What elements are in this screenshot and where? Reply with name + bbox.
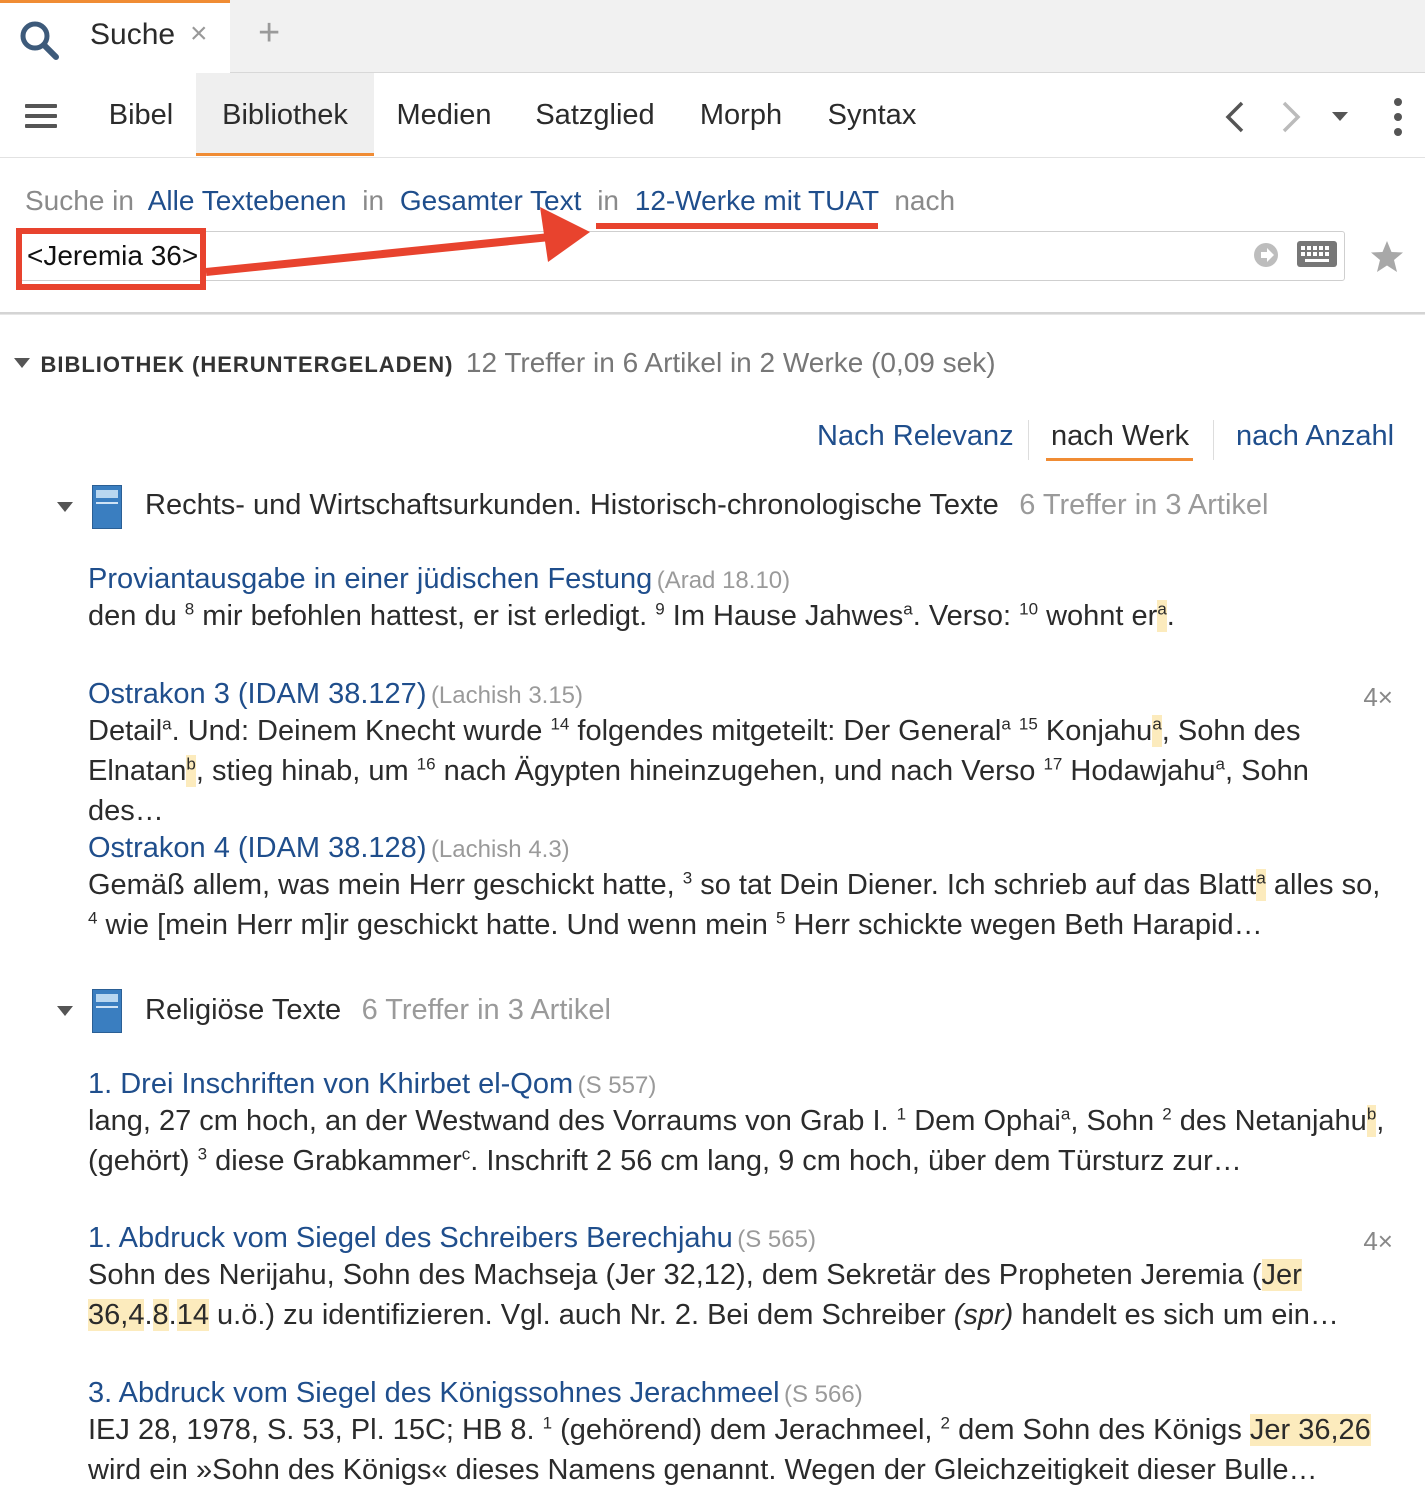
result-ref: (Lachish 3.15) [430,682,584,709]
divider [1028,420,1029,460]
result-title[interactable]: 1. Abdruck vom Siegel des Schreibers Ber… [88,1222,733,1254]
result-snippet: Sohn des Nerijahu, Sohn des Machseja (Je… [88,1259,1339,1331]
result-title[interactable]: 3. Abdruck vom Siegel des Königssohnes J… [88,1377,780,1409]
group-title: Rechts- und Wirtschaftsurkunden. Histori… [145,489,999,521]
sort-work[interactable]: nach Werk [1051,420,1189,453]
result-ref: (S 565) [737,1226,816,1253]
divider [1213,420,1214,460]
section-summary: 12 Treffer in 6 Artikel in 2 Werke (0,09… [465,347,996,378]
sort-relevance[interactable]: Nach Relevanz [817,420,1014,453]
result-item: 1. Abdruck vom Siegel des Schreibers Ber… [88,1222,1388,1335]
book-icon [92,485,122,529]
result-item: 1. Drei Inschriften von Khirbet el-Qom (… [88,1068,1388,1181]
result-title[interactable]: Proviantausgabe in einer jüdischen Festu… [88,563,652,595]
result-snippet: IEJ 28, 1978, S. 53, Pl. 15C; HB 8. 1 (g… [88,1413,1371,1486]
result-snippet: den du 8 mir befohlen hattest, er ist er… [88,599,1175,632]
result-snippet: lang, 27 cm hoch, an der Westwand des Vo… [88,1104,1385,1177]
annotation-arrow [205,207,878,276]
sort-count[interactable]: nach Anzahl [1236,420,1394,453]
hit-count: 4× [1363,1226,1393,1256]
result-ref: (S 557) [577,1072,657,1099]
group-title: Religiöse Texte [145,994,342,1026]
result-item: Ostrakon 4 (IDAM 38.128) (Lachish 4.3) G… [88,832,1388,945]
hit-count: 4× [1363,682,1393,712]
result-item: Proviantausgabe in einer jüdischen Festu… [88,563,1388,636]
group-header[interactable]: Religiöse Texte 6 Treffer in 3 Artikel [145,994,611,1027]
result-ref: (Lachish 4.3) [430,836,570,863]
result-title[interactable]: 1. Drei Inschriften von Khirbet el-Qom [88,1068,573,1100]
result-item: Ostrakon 3 (IDAM 38.127) (Lachish 3.15) … [88,678,1388,831]
collapse-icon[interactable] [57,502,73,512]
section-header[interactable]: BIBLIOTHEK (HERUNTERGELADEN) 12 Treffer … [14,347,996,379]
group-count: 6 Treffer in 3 Artikel [361,994,611,1026]
divider [0,312,1425,315]
result-snippet: Detaila. Und: Deinem Knecht wurde 14 fol… [88,714,1309,827]
book-icon [92,989,122,1033]
result-item: 3. Abdruck vom Siegel des Königssohnes J… [88,1377,1388,1490]
result-title[interactable]: Ostrakon 3 (IDAM 38.127) [88,678,426,710]
result-snippet: Gemäß allem, was mein Herr geschickt hat… [88,868,1381,941]
collapse-icon[interactable] [14,358,30,368]
group-count: 6 Treffer in 3 Artikel [1019,489,1269,521]
result-ref: (S 566) [784,1381,863,1408]
sort-active-underline [1046,458,1193,461]
result-title[interactable]: Ostrakon 4 (IDAM 38.128) [88,832,426,864]
collapse-icon[interactable] [57,1006,73,1016]
group-header[interactable]: Rechts- und Wirtschaftsurkunden. Histori… [145,489,1269,522]
section-title: BIBLIOTHEK (HERUNTERGELADEN) [40,352,454,377]
result-ref: (Arad 18.10) [656,567,791,594]
